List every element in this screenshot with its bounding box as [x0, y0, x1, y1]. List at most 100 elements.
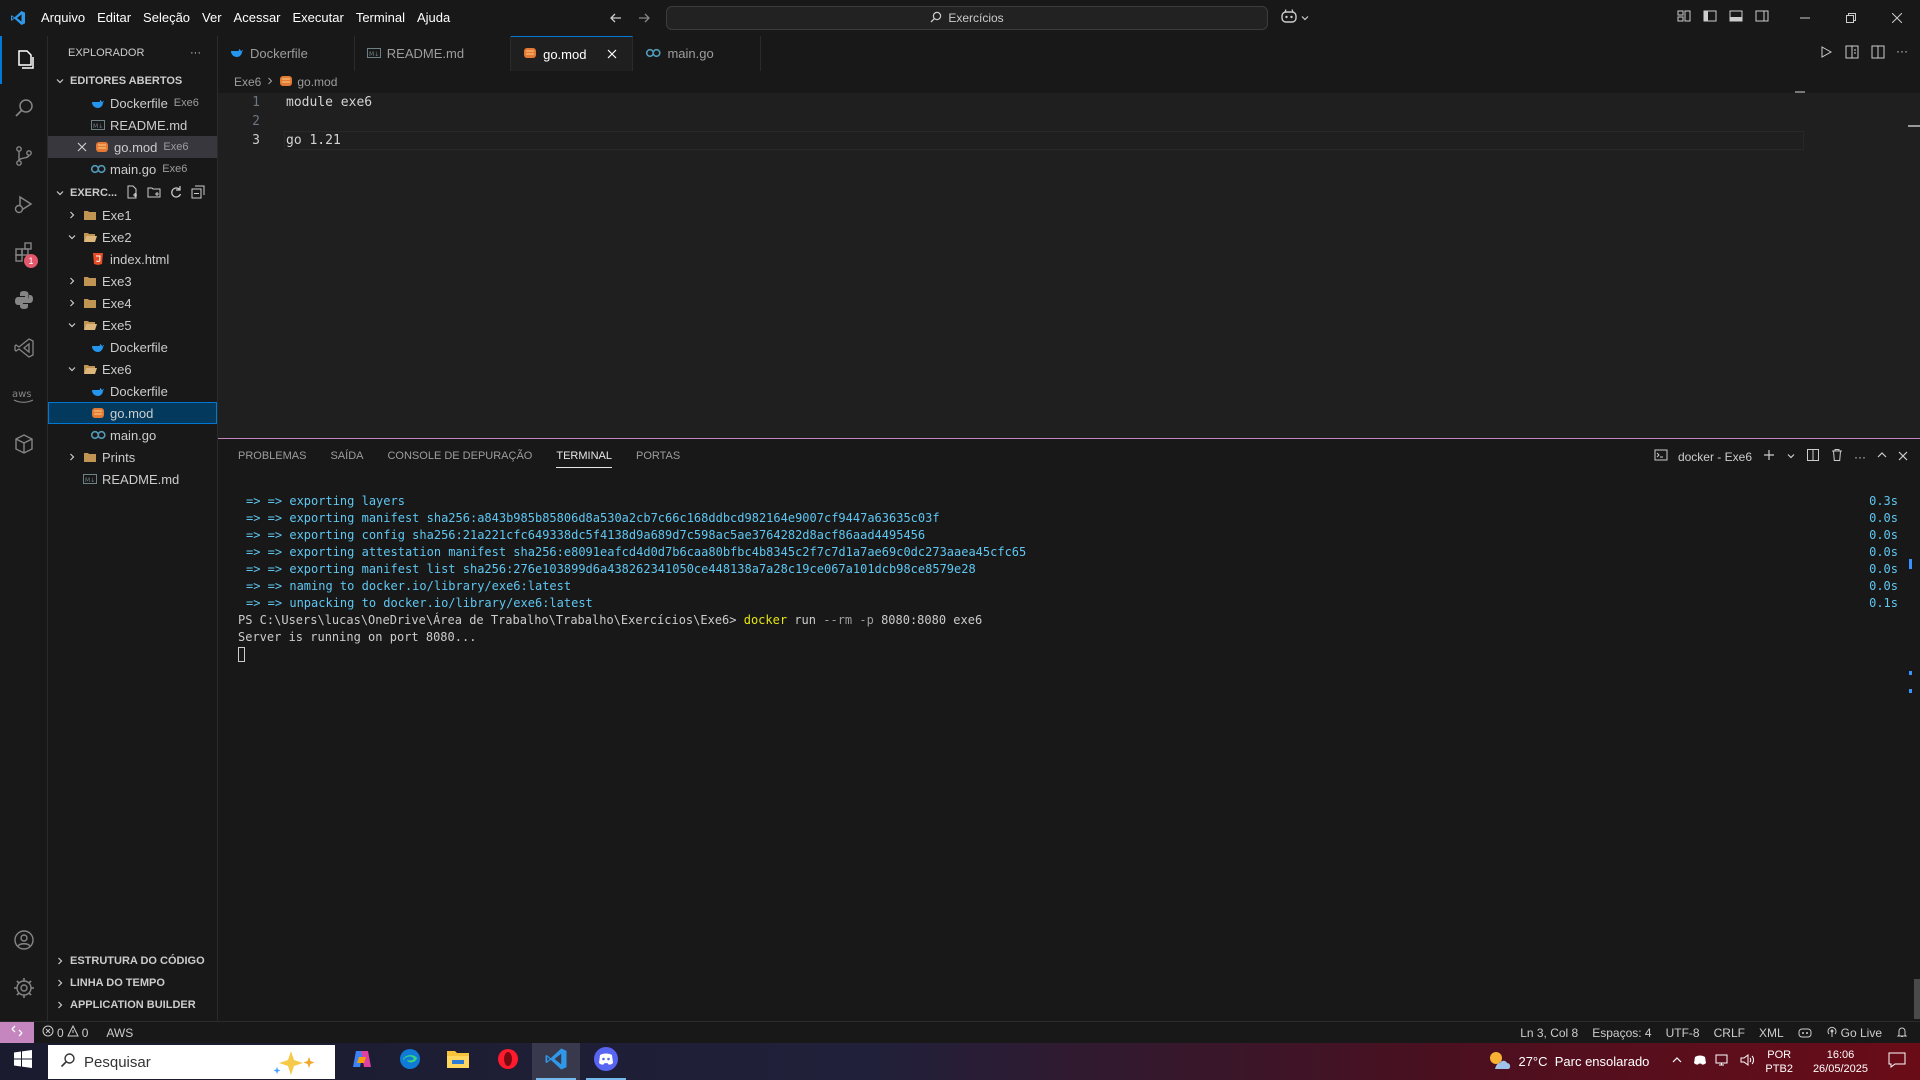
open-editor-readme[interactable]: M↓ README.md: [48, 114, 217, 136]
tab-saida[interactable]: SAÍDA: [330, 439, 363, 474]
taskbar-copilot-app[interactable]: [338, 1043, 386, 1080]
encoding[interactable]: UTF-8: [1666, 1026, 1700, 1040]
chevron-up-icon[interactable]: [1671, 1054, 1683, 1069]
trash-icon[interactable]: [1830, 448, 1844, 465]
open-editor-gomod[interactable]: go.mod Exe6: [48, 136, 217, 158]
visual-studio-icon[interactable]: [0, 324, 48, 372]
extensions-icon[interactable]: 1: [0, 228, 48, 276]
collapse-all-icon[interactable]: [191, 185, 205, 202]
toggle-secondary-sidebar-icon[interactable]: [1754, 8, 1770, 29]
account-icon[interactable]: [0, 916, 48, 964]
taskbar-edge-app[interactable]: [386, 1043, 434, 1080]
menu-terminal[interactable]: Terminal: [350, 0, 411, 36]
tab-maingo[interactable]: main.go: [633, 36, 761, 71]
customize-layout-icon[interactable]: [1676, 8, 1692, 29]
breadcrumb-folder[interactable]: Exe6: [234, 75, 261, 89]
minimize-icon[interactable]: [1782, 0, 1828, 36]
tab-problemas[interactable]: PROBLEMAS: [238, 439, 306, 474]
split-terminal-icon[interactable]: [1806, 448, 1820, 465]
menu-ver[interactable]: Ver: [196, 0, 228, 36]
problems-status[interactable]: 0 0: [42, 1024, 88, 1040]
open-editors-header[interactable]: EDITORES ABERTOS: [48, 70, 217, 92]
language-mode[interactable]: XML: [1759, 1026, 1784, 1040]
tree-folder-exe1[interactable]: Exe1: [48, 204, 217, 226]
python-icon[interactable]: [0, 276, 48, 324]
minimap[interactable]: [1795, 91, 1805, 93]
tree-file-gomod[interactable]: go.mod: [48, 402, 217, 424]
toggle-panel-icon[interactable]: [1728, 8, 1744, 29]
split-editor-icon[interactable]: [1870, 44, 1886, 65]
more-actions-icon[interactable]: ···: [190, 47, 201, 59]
tree-folder-exe3[interactable]: Exe3: [48, 270, 217, 292]
close-icon[interactable]: [74, 139, 90, 155]
notification-icon[interactable]: [1888, 1052, 1906, 1071]
tab-console-depuracao[interactable]: CONSOLE DE DEPURAÇÃO: [387, 439, 532, 474]
restore-icon[interactable]: [1828, 0, 1874, 36]
forward-arrow-icon[interactable]: [636, 10, 652, 26]
start-button[interactable]: [0, 1043, 46, 1080]
menu-executar[interactable]: Executar: [287, 0, 350, 36]
breadcrumb-file[interactable]: go.mod: [297, 75, 337, 89]
taskbar-opera-app[interactable]: [484, 1043, 532, 1080]
application-builder-section-header[interactable]: APPLICATION BUILDER: [48, 994, 218, 1016]
taskbar-vscode-app[interactable]: [532, 1043, 580, 1080]
refresh-icon[interactable]: [169, 185, 183, 202]
new-file-icon[interactable]: [125, 185, 139, 202]
tree-file-dockerfile-exe6[interactable]: Dockerfile: [48, 380, 217, 402]
weather-widget[interactable]: 27°C Parc ensolarado: [1486, 1049, 1649, 1074]
aws-icon[interactable]: aws: [0, 372, 48, 420]
remote-indicator[interactable]: [0, 1021, 34, 1044]
terminal-instance-name[interactable]: docker - Exe6: [1678, 450, 1752, 464]
run-debug-icon[interactable]: [0, 180, 48, 228]
bell-icon[interactable]: [1896, 1026, 1908, 1041]
source-control-icon[interactable]: [0, 132, 48, 180]
tree-file-maingo[interactable]: main.go: [48, 424, 217, 446]
close-panel-icon[interactable]: [1898, 450, 1908, 464]
tree-file-readme[interactable]: M↓ README.md: [48, 468, 217, 490]
close-tab-icon[interactable]: [604, 46, 620, 62]
maximize-panel-icon[interactable]: [1876, 449, 1888, 464]
tab-readme[interactable]: M↓ README.md: [355, 36, 512, 71]
network-icon[interactable]: [1715, 1053, 1731, 1070]
tab-dockerfile[interactable]: Dockerfile: [218, 36, 355, 71]
tree-file-index-html[interactable]: index.html: [48, 248, 217, 270]
menu-acessar[interactable]: Acessar: [228, 0, 287, 36]
tree-folder-exe6[interactable]: Exe6: [48, 358, 217, 380]
indentation[interactable]: Espaços: 4: [1592, 1026, 1651, 1040]
new-folder-icon[interactable]: [147, 185, 161, 202]
close-window-icon[interactable]: [1874, 0, 1920, 36]
settings-gear-icon[interactable]: [0, 964, 48, 1012]
tree-file-dockerfile-exe5[interactable]: Dockerfile: [48, 336, 217, 358]
chevron-down-icon[interactable]: [1786, 450, 1796, 464]
aws-status[interactable]: AWS: [106, 1026, 133, 1040]
menu-arquivo[interactable]: Arquivo: [35, 0, 91, 36]
workspace-header[interactable]: EXERC...: [48, 182, 217, 204]
language-indicator[interactable]: POR PTB2: [1765, 1048, 1793, 1076]
tree-folder-exe4[interactable]: Exe4: [48, 292, 217, 314]
tree-folder-exe2[interactable]: Exe2: [48, 226, 217, 248]
terminal-scrollbar[interactable]: [1914, 979, 1920, 1019]
copilot-menu[interactable]: [1280, 8, 1310, 29]
go-live-button[interactable]: Go Live: [1826, 1026, 1882, 1041]
volume-icon[interactable]: [1739, 1053, 1755, 1070]
copilot-status-icon[interactable]: [1798, 1026, 1812, 1041]
tab-terminal[interactable]: TERMINAL: [556, 439, 612, 474]
toggle-primary-sidebar-icon[interactable]: [1702, 8, 1718, 29]
command-center-search[interactable]: Exercícios: [666, 6, 1268, 30]
open-editor-dockerfile[interactable]: Dockerfile Exe6: [48, 92, 217, 114]
outline-section-header[interactable]: ESTRUTURA DO CÓDIGO: [48, 950, 218, 972]
new-terminal-icon[interactable]: [1762, 448, 1776, 465]
menu-editar[interactable]: Editar: [91, 0, 137, 36]
container-icon[interactable]: [0, 420, 48, 468]
menu-selecao[interactable]: Seleção: [137, 0, 196, 36]
taskbar-search[interactable]: Pesquisar: [48, 1045, 335, 1079]
back-arrow-icon[interactable]: [608, 10, 624, 26]
open-preview-icon[interactable]: [1844, 44, 1860, 65]
terminal-output[interactable]: => => exporting layers 0.3s => => exporti…: [238, 493, 1898, 663]
end-of-line[interactable]: CRLF: [1714, 1026, 1745, 1040]
taskbar-discord-app[interactable]: [582, 1043, 630, 1080]
clock[interactable]: 16:06 26/05/2025: [1813, 1048, 1868, 1076]
tab-gomod[interactable]: go.mod: [511, 36, 634, 71]
taskbar-explorer-app[interactable]: [434, 1043, 482, 1080]
timeline-section-header[interactable]: LINHA DO TEMPO: [48, 972, 218, 994]
